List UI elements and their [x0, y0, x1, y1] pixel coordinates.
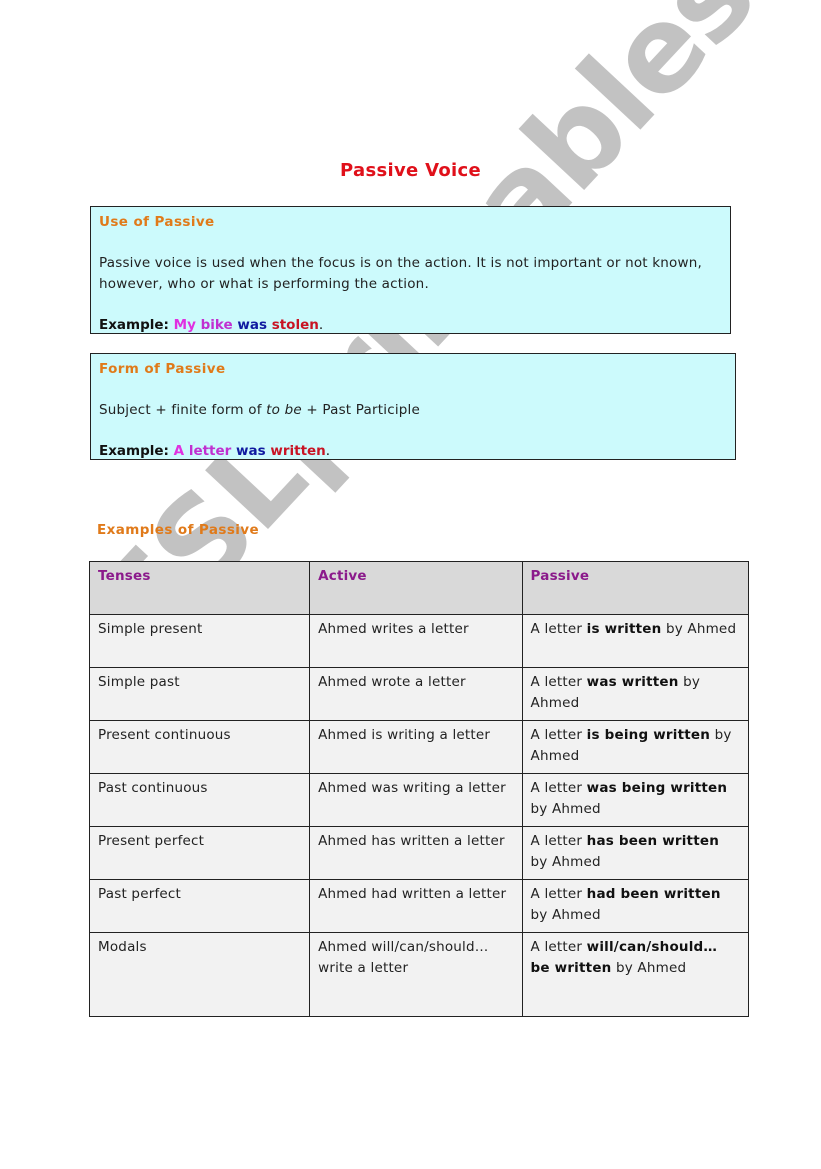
example-word-subject-1: A [173, 443, 185, 459]
table-row: Simple past Ahmed wrote a letter A lette… [88, 667, 750, 721]
passive-verb: has been written [586, 833, 720, 849]
form-formula: Subject + finite form of to be + Past Pa… [99, 400, 727, 421]
form-heading: Form of Passive [99, 361, 226, 377]
cell-active: Ahmed is writing a letter [309, 720, 523, 774]
cell-active: Ahmed was writing a letter [309, 773, 523, 827]
examples-heading: Examples of Passive [97, 522, 260, 538]
header-active: Active [309, 561, 523, 615]
table-row: Simple present Ahmed writes a letter A l… [88, 614, 750, 668]
cell-passive: A letter had been written by Ahmed [521, 879, 750, 933]
cell-active: Ahmed had written a letter [309, 879, 523, 933]
cell-tense: Present perfect [88, 826, 311, 880]
cell-tense: Simple present [88, 614, 311, 668]
use-example: Example: My bike was stolen. [99, 315, 722, 336]
header-passive: Passive [521, 561, 750, 615]
cell-active: Ahmed will/can/should… write a letter [309, 932, 523, 1017]
cell-passive: A letter was written by Ahmed [521, 667, 750, 721]
cell-passive: A letter was being written by Ahmed [521, 773, 750, 827]
cell-tense: Present continuous [88, 720, 311, 774]
passive-verb: is being written [586, 727, 711, 743]
table-row: Past continuous Ahmed was writing a lett… [88, 773, 750, 827]
example-period: . [318, 317, 324, 333]
cell-tense: Past perfect [88, 879, 311, 933]
example-word-verb-be: was [237, 317, 267, 333]
passive-verb: is written [586, 621, 662, 637]
example-word-participle: stolen [271, 317, 319, 333]
form-of-passive-box: Form of Passive Subject + finite form of… [90, 353, 736, 460]
passive-verb: had been written [586, 886, 721, 902]
passive-verb: was written [586, 674, 679, 690]
passive-verb: was being written [586, 780, 728, 796]
formula-to-be: to be [266, 402, 302, 418]
table-header-row: Tenses Active Passive [88, 561, 750, 615]
cell-active: Ahmed writes a letter [309, 614, 523, 668]
cell-tense: Simple past [88, 667, 311, 721]
formula-start: Subject + finite form of [99, 402, 267, 418]
cell-tense: Modals [88, 932, 311, 1017]
header-tenses: Tenses [88, 561, 311, 615]
table-row: Past perfect Ahmed had written a letter … [88, 879, 750, 933]
formula-end: + Past Participle [301, 402, 420, 418]
cell-passive: A letter is being written by Ahmed [521, 720, 750, 774]
example-word-participle: written [270, 443, 326, 459]
use-of-passive-box: Use of Passive Passive voice is used whe… [90, 206, 731, 334]
cell-passive: A letter will/can/should… be written by … [521, 932, 750, 1017]
table-row: Present perfect Ahmed has written a lett… [88, 826, 750, 880]
example-label: Example: [99, 317, 169, 333]
cell-tense: Past continuous [88, 773, 311, 827]
example-word-subject-1: My [173, 317, 196, 333]
examples-table: Tenses Active Passive Simple present Ahm… [88, 561, 750, 1017]
watermark-tail: .com [679, 0, 821, 21]
use-heading: Use of Passive [99, 214, 215, 230]
table-row: Present continuous Ahmed is writing a le… [88, 720, 750, 774]
cell-active: Ahmed has written a letter [309, 826, 523, 880]
cell-passive: A letter has been written by Ahmed [521, 826, 750, 880]
example-period: . [325, 443, 331, 459]
form-example: Example: A letter was written. [99, 441, 727, 462]
table-row: Modals Ahmed will/can/should… write a le… [88, 932, 750, 1017]
example-label: Example: [99, 443, 169, 459]
use-text: Passive voice is used when the focus is … [99, 255, 702, 292]
example-word-subject-2: bike [200, 317, 233, 333]
cell-passive: A letter is written by Ahmed [521, 614, 750, 668]
cell-active: Ahmed wrote a letter [309, 667, 523, 721]
example-word-subject-2: letter [188, 443, 232, 459]
page-title: Passive Voice [340, 160, 481, 181]
example-word-verb-be: was [236, 443, 266, 459]
